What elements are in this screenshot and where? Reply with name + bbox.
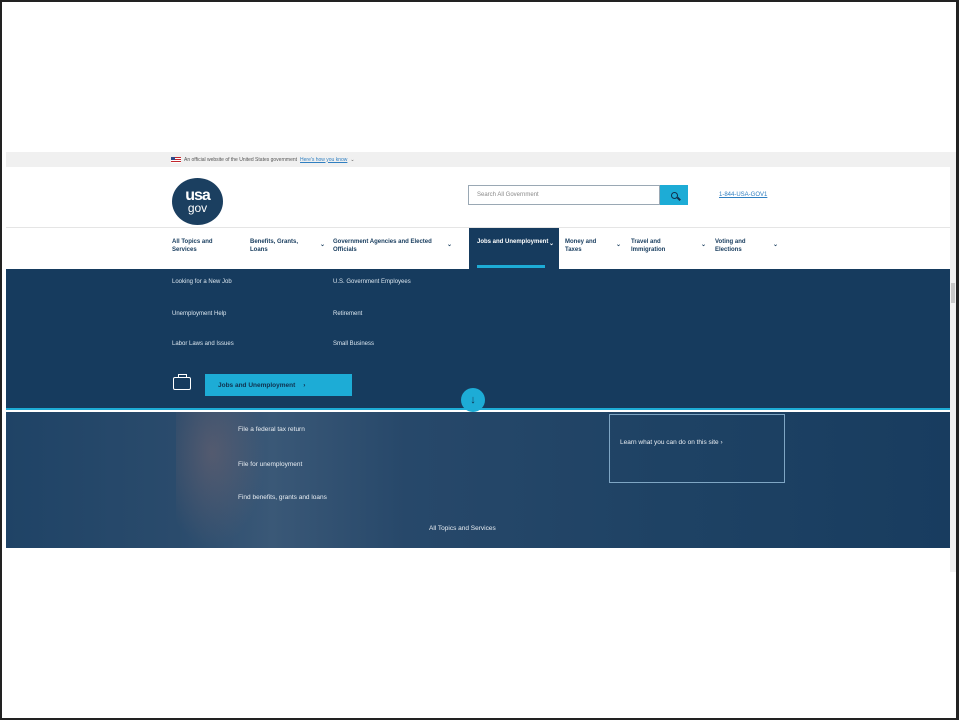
chevron-down-icon: ⌄: [701, 242, 707, 248]
heres-how-you-know-link[interactable]: Here's how you know: [300, 157, 347, 163]
nav-item-voting[interactable]: Voting and Elections ⌄: [715, 239, 778, 254]
us-flag-icon: [171, 156, 181, 163]
search-input[interactable]: Search All Government: [468, 185, 660, 205]
jobs-mega-menu: Looking for a New Job Unemployment Help …: [6, 269, 956, 410]
hero-link[interactable]: Find benefits, grants and loans: [238, 494, 327, 501]
logo-gov-text: gov: [187, 201, 208, 215]
scrollbar[interactable]: [950, 152, 956, 572]
mega-link[interactable]: Retirement: [333, 311, 362, 317]
active-underline: [477, 265, 545, 268]
learn-what-you-can-do-link[interactable]: Learn what you can do on this site ›: [609, 414, 785, 483]
browser-viewport: An official website of the United States…: [6, 152, 956, 552]
nav-item-all-topics[interactable]: All Topics and Services: [172, 239, 234, 254]
chevron-down-icon: ⌄: [549, 241, 555, 247]
nav-item-government-agencies[interactable]: Government Agencies and Elected Official…: [333, 239, 452, 254]
chevron-down-icon: ⌄: [320, 242, 326, 248]
nav-item-label: All Topics and Services: [172, 239, 213, 253]
nav-item-benefits[interactable]: Benefits, Grants, Loans ⌄: [250, 239, 325, 254]
search-icon: [670, 191, 678, 199]
main-nav: All Topics and Services Benefits, Grants…: [6, 227, 956, 270]
nav-item-travel[interactable]: Travel and Immigration ⌄: [631, 239, 706, 254]
chevron-right-icon: ›: [303, 381, 306, 389]
scrollbar-thumb[interactable]: [951, 283, 955, 303]
nav-item-label: Voting and Elections: [715, 239, 746, 253]
nav-item-label: Travel and Immigration: [631, 239, 666, 253]
arrow-down-icon[interactable]: ↓: [461, 388, 485, 412]
mega-link[interactable]: Small Business: [333, 341, 374, 347]
mega-link[interactable]: Looking for a New Job: [172, 279, 232, 285]
site-header: usa gov Search All Government 1-844-USA-…: [6, 167, 956, 227]
mega-link[interactable]: Labor Laws and Issues: [172, 341, 234, 347]
phone-link[interactable]: 1-844-USA-GOV1: [719, 192, 767, 198]
nav-item-money[interactable]: Money and Taxes ⌄: [565, 239, 621, 254]
mega-link[interactable]: U.S. Government Employees: [333, 279, 411, 285]
nav-item-label: Government Agencies and Elected Official…: [333, 239, 432, 253]
nav-item-jobs[interactable]: Jobs and Unemployment ⌄: [469, 228, 559, 270]
hero-link[interactable]: File a federal tax return: [238, 426, 305, 433]
nav-item-label: Jobs and Unemployment: [477, 239, 549, 245]
chevron-down-icon: ⌄: [773, 242, 779, 248]
chevron-down-icon: ⌄: [447, 242, 453, 248]
chevron-right-icon: ›: [720, 439, 723, 446]
chevron-down-icon: ⌄: [616, 242, 622, 248]
mega-link[interactable]: Unemployment Help: [172, 311, 226, 317]
usagov-logo[interactable]: usa gov: [172, 178, 223, 225]
nav-item-label: Money and Taxes: [565, 239, 597, 253]
jobs-button-label: Jobs and Unemployment: [218, 381, 296, 389]
hero-banner: File a federal tax return File for unemp…: [6, 412, 956, 548]
chevron-down-icon[interactable]: ⌄: [350, 157, 354, 163]
hero-link[interactable]: File for unemployment: [238, 461, 302, 468]
gov-banner-text: An official website of the United States…: [184, 156, 298, 163]
briefcase-icon: [173, 374, 191, 390]
learn-text: Learn what you can do on this site: [620, 439, 719, 446]
jobs-and-unemployment-button[interactable]: Jobs and Unemployment ›: [205, 374, 352, 396]
gov-banner: An official website of the United States…: [6, 152, 956, 167]
nav-item-label: Benefits, Grants, Loans: [250, 239, 299, 253]
all-topics-link[interactable]: All Topics and Services: [429, 525, 496, 532]
search-button[interactable]: [660, 185, 688, 205]
